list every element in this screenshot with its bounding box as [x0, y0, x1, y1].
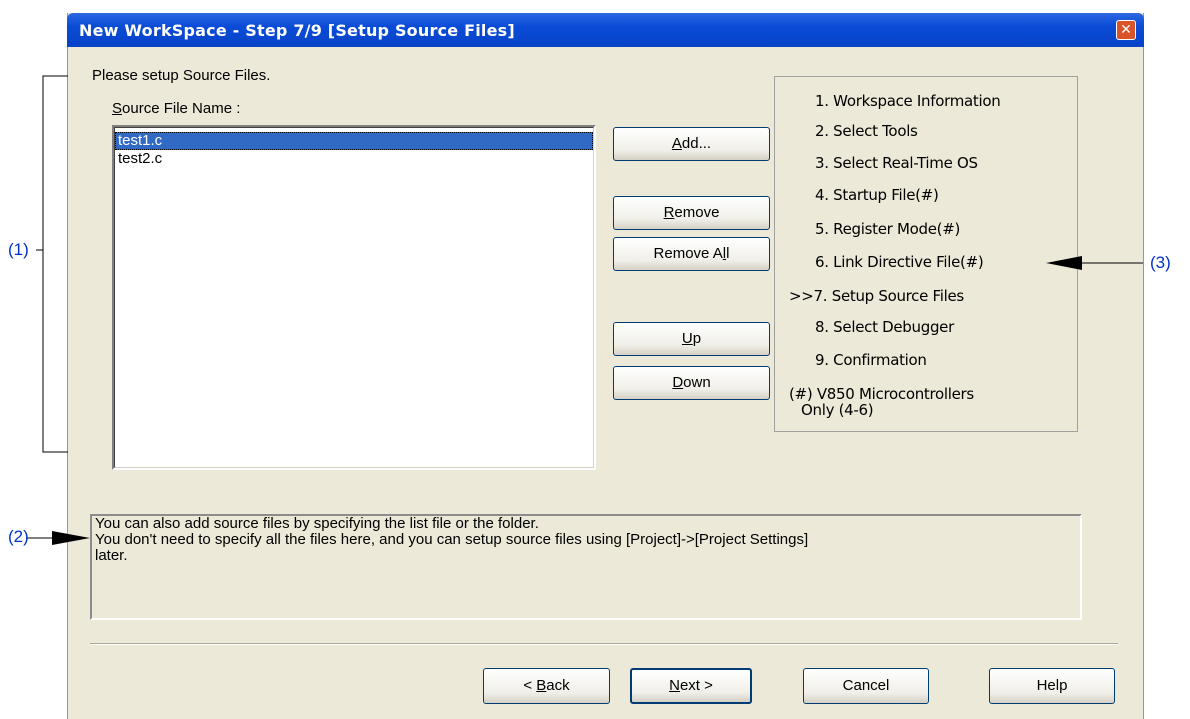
annotation-overlay: [26, 75, 1143, 545]
annotation-3: (3): [1150, 253, 1171, 272]
arrow-2-head: [52, 531, 90, 545]
bracket-1: [42, 75, 68, 453]
arrow-3-head: [1046, 256, 1082, 270]
annotation-1: (1): [8, 240, 29, 259]
annotation-2: (2): [8, 527, 29, 546]
